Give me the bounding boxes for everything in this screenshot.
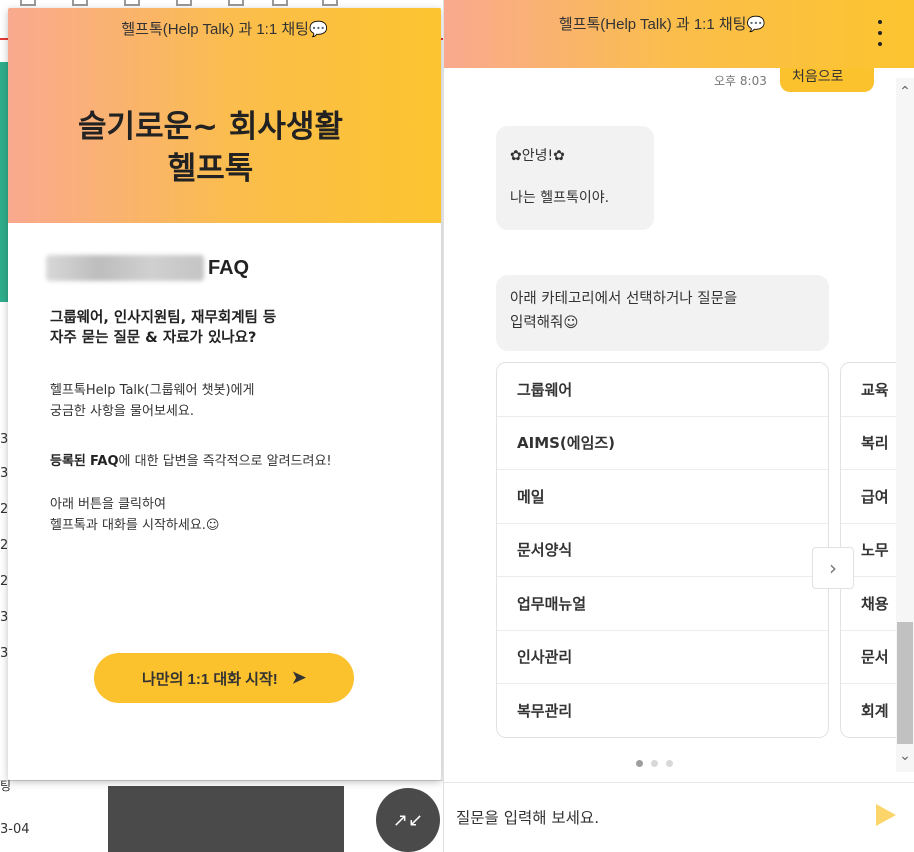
carousel-next-button[interactable]: › xyxy=(812,547,854,589)
chat-input-bar xyxy=(444,782,914,852)
para1-line-2: 궁금한 사항을 물어보세요. xyxy=(50,404,194,419)
intro-paragraph-2: 등록된 FAQ에 대한 답변을 즉각적으로 알려드려요! xyxy=(50,450,332,469)
bot-greeting-line-2: 나는 헬프톡이야. xyxy=(510,190,610,206)
intro-header-title: 헬프톡(Help Talk) 과 1:1 채팅💬 xyxy=(121,21,328,38)
category-item[interactable]: 복무관리 xyxy=(497,684,828,737)
bot-prompt-line-1: 아래 카테고리에서 선택하거나 질문을 xyxy=(510,291,738,307)
background-dark-block xyxy=(108,786,344,852)
minimize-arrows-icon: ↗↙ xyxy=(392,809,424,831)
chat-input[interactable] xyxy=(456,803,856,833)
hero-line-2: 헬프톡 xyxy=(167,151,254,187)
faq-question: 그룹웨어, 인사지원팀, 재무회계팀 등 자주 묻는 질문 & 자료가 있나요? xyxy=(50,308,276,348)
chat-header: 헬프톡(Help Talk) 과 1:1 채팅💬 xyxy=(444,0,914,68)
category-item[interactable]: 그룹웨어 xyxy=(497,363,828,417)
pagination-dot[interactable] xyxy=(636,760,643,767)
intro-hero-title: 슬기로운~ 회사생활 헬프톡 xyxy=(8,106,413,190)
intro-paragraph-1: 헬프톡Help Talk(그룹웨어 챗봇)에게 궁금한 사항을 물어보세요. xyxy=(50,380,255,422)
bot-greeting-line-1: ✿안녕!✿ xyxy=(510,148,565,164)
para2-bold-2: FAQ xyxy=(90,454,119,469)
chevron-right-icon: › xyxy=(829,556,837,580)
message-timestamp: 오후 8:03 xyxy=(714,74,767,88)
bot-prompt-line-2: 입력해줘☺ xyxy=(510,315,579,331)
blurred-company-logo xyxy=(46,255,204,281)
hero-line-1: 슬기로운~ 회사생활 xyxy=(78,109,343,145)
send-arrow-icon: ➤ xyxy=(291,668,307,687)
category-card: 그룹웨어 AIMS(에임즈) 메일 문서양식 업무매뉴얼 인사관리 복무관리 xyxy=(496,362,829,738)
chat-header-title: 헬프톡(Help Talk) 과 1:1 채팅💬 xyxy=(558,16,766,33)
scroll-down-icon[interactable]: ⌄ xyxy=(896,748,914,766)
pagination-dot[interactable] xyxy=(651,760,658,767)
scrollbar-thumb[interactable] xyxy=(897,622,913,744)
bg-date: 3-04 xyxy=(0,822,30,837)
category-item[interactable]: AIMS(에임즈) xyxy=(497,417,828,470)
pagination-dot[interactable] xyxy=(666,760,673,767)
category-item[interactable]: 업무매뉴얼 xyxy=(497,577,828,631)
toolbar-icon xyxy=(72,0,88,6)
intro-hero-banner: 헬프톡(Help Talk) 과 1:1 채팅💬 슬기로운~ 회사생활 헬프톡 xyxy=(8,8,441,223)
more-options-icon[interactable] xyxy=(872,20,888,46)
intro-paragraph-3: 아래 버튼을 클릭하여 헬프톡과 대화를 시작하세요.☺ xyxy=(50,494,219,536)
helptalk-intro-card: 헬프톡(Help Talk) 과 1:1 채팅💬 슬기로운~ 회사생활 헬프톡 … xyxy=(8,8,441,780)
toolbar-icon xyxy=(20,0,36,6)
chat-window: 헬프톡(Help Talk) 과 1:1 채팅💬 처음으로 오후 8:03 ✿안… xyxy=(443,0,914,852)
bot-prompt-bubble: 아래 카테고리에서 선택하거나 질문을 입력해줘☺ xyxy=(496,275,829,351)
send-icon[interactable] xyxy=(876,804,896,826)
toolbar-icon xyxy=(228,0,244,6)
toolbar-icon xyxy=(272,0,288,6)
toolbar-icon xyxy=(322,0,338,6)
category-item[interactable]: 메일 xyxy=(497,470,828,524)
category-item[interactable]: 문서양식 xyxy=(497,524,828,577)
category-item[interactable]: 인사관리 xyxy=(497,631,828,684)
para3-line-2: 헬프톡과 대화를 시작하세요.☺ xyxy=(50,518,220,533)
bot-greeting-bubble: ✿안녕!✿ 나는 헬프톡이야. xyxy=(496,126,654,230)
faq-title: FAQ xyxy=(208,256,250,279)
start-chat-button[interactable]: 나만의 1:1 대화 시작! ➤ xyxy=(94,653,354,703)
para1-line-1: 헬프톡Help Talk(그룹웨어 챗봇)에게 xyxy=(50,383,255,398)
carousel-pagination xyxy=(636,760,673,767)
question-line-1: 그룹웨어, 인사지원팀, 재무회계팀 등 xyxy=(50,310,277,326)
toolbar-icon xyxy=(124,0,140,6)
para2-rest: 에 대한 답변을 즉각적으로 알려드려요! xyxy=(118,454,332,469)
para3-line-1: 아래 버튼을 클릭하여 xyxy=(50,497,166,512)
toolbar-icon xyxy=(176,0,192,6)
para2-bold-1: 등록된 xyxy=(50,454,86,469)
start-chat-label: 나만의 1:1 대화 시작! xyxy=(141,670,278,688)
scroll-up-icon[interactable]: ⌃ xyxy=(896,84,914,102)
minimize-button[interactable]: ↗↙ xyxy=(376,788,440,852)
faq-heading: FAQ xyxy=(46,253,249,283)
question-line-2: 자주 묻는 질문 & 자료가 있나요? xyxy=(50,330,257,346)
